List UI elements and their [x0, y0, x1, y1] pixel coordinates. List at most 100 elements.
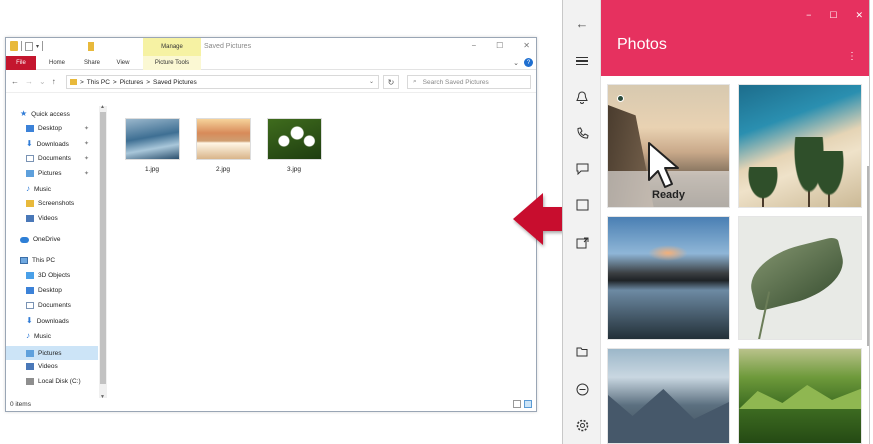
disk-icon — [26, 378, 34, 385]
tab-file[interactable]: File — [6, 56, 36, 70]
sidebar-item-local-disk[interactable]: Local Disk (C:) — [26, 378, 81, 385]
sidebar-item-quick-access[interactable]: ★ Quick access — [20, 110, 70, 118]
photo-tile[interactable] — [738, 216, 862, 340]
file-item[interactable]: 2.jpg — [193, 118, 253, 173]
sidebar-item-3d-objects[interactable]: 3D Objects — [26, 272, 70, 279]
more-options-icon[interactable]: ⋮ — [847, 52, 857, 62]
chevron-down-icon[interactable]: ▾ — [36, 43, 39, 50]
photo-content — [739, 385, 861, 409]
folder-button[interactable] — [572, 342, 592, 360]
back-arrow-icon[interactable]: ← — [11, 77, 19, 86]
phone-button[interactable] — [572, 124, 592, 142]
photo-tile[interactable] — [738, 84, 862, 208]
photo-tile[interactable] — [607, 348, 730, 444]
sidebar-item-label: Desktop — [38, 287, 62, 294]
minimize-button[interactable]: − — [471, 41, 476, 50]
sidebar-item-this-pc[interactable]: This PC — [20, 257, 55, 264]
search-input[interactable]: ⌕ Search Saved Pictures — [407, 75, 531, 89]
download-icon: ⬇ — [26, 316, 33, 325]
photo-scrollbar[interactable] — [867, 166, 869, 346]
sidebar-item-videos[interactable]: Videos — [26, 215, 58, 222]
status-bar: 0 items — [6, 397, 536, 411]
thumbnail-image — [266, 118, 322, 160]
scroll-up-icon[interactable]: ▲ — [100, 104, 105, 110]
messages-button[interactable] — [572, 160, 592, 178]
help-icon[interactable]: ? — [524, 58, 533, 67]
new-folder-icon[interactable] — [88, 41, 94, 51]
minus-button[interactable] — [572, 380, 592, 398]
file-name: 2.jpg — [215, 166, 231, 173]
sidebar-item-pc-pictures[interactable]: Pictures — [6, 346, 98, 360]
maximize-button[interactable]: ☐ — [829, 10, 837, 21]
breadcrumb-separator: > — [80, 78, 84, 86]
sidebar-item-label: Music — [34, 332, 51, 340]
mouse-pointer-icon — [648, 142, 679, 188]
desktop-icon — [26, 287, 34, 294]
sidebar-item-music[interactable]: ♪ Music — [26, 185, 51, 193]
search-placeholder: Search Saved Pictures — [422, 78, 489, 86]
sidebar-item-onedrive[interactable]: OneDrive — [20, 236, 60, 243]
sidebar-item-screenshots[interactable]: Screenshots — [26, 200, 74, 207]
breadcrumb-pictures[interactable]: Pictures — [120, 79, 143, 86]
large-icons-view-icon[interactable] — [524, 400, 532, 408]
document-icon — [26, 302, 34, 309]
star-icon: ★ — [20, 109, 28, 118]
sidebar-item-pc-documents[interactable]: Documents — [26, 302, 71, 309]
photo-tile[interactable] — [738, 348, 862, 444]
tab-picture-tools[interactable]: Picture Tools — [143, 56, 201, 70]
sidebar-item-pc-downloads[interactable]: ⬇ Downloads — [26, 317, 69, 325]
sidebar-scrollbar[interactable]: ▲ ▼ — [99, 104, 107, 400]
minimize-button[interactable]: − — [806, 10, 811, 21]
sidebar-item-label: Documents — [38, 155, 71, 162]
sidebar-item-desktop[interactable]: Desktop — [26, 125, 62, 132]
screen-share-icon — [576, 237, 588, 249]
scrollbar-thumb[interactable] — [100, 112, 106, 384]
sidebar-item-pc-desktop[interactable]: Desktop — [26, 287, 62, 294]
manage-tab[interactable]: Manage — [143, 38, 201, 56]
tab-view[interactable]: View — [110, 56, 136, 70]
thumbnail-image — [195, 118, 251, 160]
photo-tile[interactable] — [607, 216, 730, 340]
up-arrow-icon[interactable]: ↑ — [52, 77, 56, 86]
folder-icon — [26, 200, 34, 207]
file-item[interactable]: 3.jpg — [264, 118, 324, 173]
tab-share[interactable]: Share — [78, 56, 106, 70]
folder-icon[interactable] — [10, 41, 18, 51]
sidebar-item-downloads[interactable]: ⬇ Downloads — [26, 140, 69, 148]
back-button[interactable]: ← — [572, 14, 592, 32]
screen-share-button[interactable] — [572, 234, 592, 252]
computer-icon — [20, 257, 28, 264]
settings-button[interactable] — [572, 416, 592, 434]
address-bar[interactable]: > This PC > Pictures > Saved Pictures ⌄ — [66, 75, 379, 89]
selection-indicator-icon[interactable] — [617, 95, 624, 102]
forward-arrow-icon[interactable]: → — [25, 77, 33, 86]
sidebar-item-pc-videos[interactable]: Videos — [26, 363, 58, 370]
details-view-icon[interactable] — [513, 400, 521, 408]
properties-icon[interactable] — [25, 41, 33, 51]
notifications-button[interactable] — [572, 88, 592, 106]
sidebar-item-documents[interactable]: Documents — [26, 155, 71, 162]
expand-ribbon-icon[interactable]: ⌄ — [513, 59, 519, 67]
download-icon: ⬇ — [26, 139, 33, 148]
menu-button[interactable] — [572, 52, 592, 70]
maximize-button[interactable]: ☐ — [496, 41, 503, 50]
close-button[interactable]: ✕ — [855, 10, 863, 21]
breadcrumb-this-pc[interactable]: This PC — [87, 79, 110, 86]
photos-nav-button[interactable] — [572, 196, 592, 214]
document-icon — [26, 155, 34, 162]
file-item[interactable]: 1.jpg — [122, 118, 182, 173]
sidebar-item-pc-music[interactable]: ♪ Music — [26, 332, 51, 340]
separator-icon — [42, 41, 44, 51]
close-button[interactable]: ✕ — [523, 41, 530, 50]
sidebar-item-pictures[interactable]: Pictures — [26, 170, 61, 177]
refresh-button[interactable]: ↻ — [383, 75, 399, 89]
recent-dropdown-icon[interactable]: ⌄ — [39, 77, 46, 86]
breadcrumb-saved-pictures[interactable]: Saved Pictures — [153, 79, 197, 86]
photos-header: − ☐ ✕ Photos ⋮ — [601, 0, 869, 76]
back-arrow-icon: ← — [575, 15, 589, 31]
tab-home[interactable]: Home — [42, 56, 72, 70]
chevron-down-icon[interactable]: ⌄ — [369, 78, 374, 85]
file-list: 1.jpg 2.jpg 3.jpg — [110, 98, 530, 388]
sidebar-item-label: Pictures — [38, 349, 62, 357]
pictures-icon — [26, 349, 34, 357]
